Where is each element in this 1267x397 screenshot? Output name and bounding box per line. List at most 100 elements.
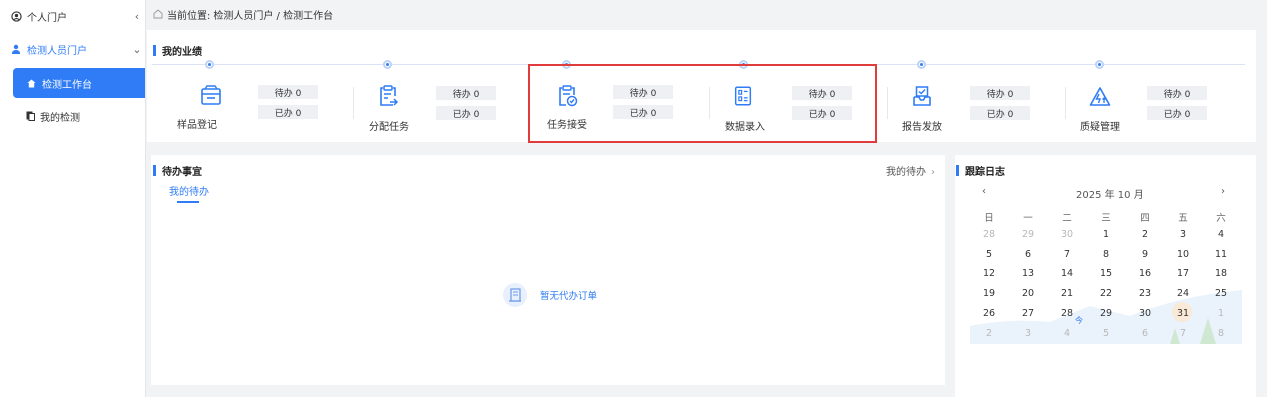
calendar-day[interactable]: 9 [1133, 249, 1157, 260]
calendar-weekday: 日 [984, 213, 994, 224]
calendar-day[interactable]: 24 [1171, 288, 1195, 299]
calendar-day[interactable]: 30 [1133, 308, 1157, 319]
sidebar-item-my-tests[interactable]: 我的检测 [26, 107, 80, 125]
today-mark: 今 [1075, 316, 1083, 325]
calendar-day[interactable]: 10 [1171, 249, 1195, 260]
calendar-day[interactable]: 5 [1094, 328, 1118, 339]
calendar-day[interactable]: 8 [1094, 249, 1118, 260]
divider [353, 87, 354, 119]
calendar-day[interactable]: 21 [1055, 288, 1079, 299]
calendar-day[interactable]: 19 [977, 288, 1001, 299]
calendar-day[interactable]: 2 [1133, 229, 1157, 240]
box-icon [201, 85, 221, 105]
perf-item-name: 报告发放 [902, 122, 942, 133]
calendar-day[interactable]: 4 [1209, 229, 1233, 240]
perf-item-name: 分配任务 [369, 122, 409, 133]
calendar-day[interactable]: 13 [1016, 268, 1040, 279]
sidebar-item-label: 检测工作台 [42, 79, 92, 91]
todo-title: 待办事宜 [153, 163, 202, 178]
calendar-day[interactable]: 6 [1016, 249, 1040, 260]
done-count: 已办 0 [436, 106, 496, 120]
calendar-day[interactable]: 30 [1055, 229, 1079, 240]
calendar-weekday: 一 [1023, 213, 1033, 224]
collapse-sidebar-icon[interactable]: ‹ [128, 10, 146, 23]
done-count: 已办 0 [1147, 106, 1207, 120]
empty-state-text: 暂无代办订单 [540, 291, 598, 302]
chevron-right-icon: › [931, 167, 935, 178]
divider [1065, 87, 1066, 119]
calendar-day[interactable]: 18 [1209, 268, 1233, 279]
sidebar-item-workbench[interactable]: 检测工作台 [13, 68, 145, 98]
calendar-day[interactable]: 4 [1055, 328, 1079, 339]
calendar-day[interactable]: 1 [1209, 308, 1233, 319]
home-icon [27, 78, 37, 88]
calendar-day[interactable]: 7 [1171, 328, 1195, 339]
calendar-weekday: 二 [1062, 213, 1072, 224]
calendar-day[interactable]: 1 [1094, 229, 1118, 240]
calendar-day[interactable]: 15 [1094, 268, 1118, 279]
performance-title: 我的业绩 [153, 43, 202, 58]
pending-count: 待办 0 [970, 86, 1030, 100]
calendar-day[interactable]: 3 [1171, 229, 1195, 240]
inbox-icon [913, 86, 931, 106]
assign-icon [380, 85, 399, 106]
calendar-day[interactable]: 31 [1171, 308, 1195, 319]
calendar-day[interactable]: 7 [1055, 249, 1079, 260]
calendar-weekday: 三 [1101, 213, 1111, 224]
calendar-day[interactable]: 6 [1133, 328, 1157, 339]
calendar-day[interactable]: 20 [1016, 288, 1040, 299]
sidebar: 个人门户 ‹ 检测人员门户 ⌄ 检测工作台 我的检测 [0, 0, 146, 397]
todo-panel [151, 155, 945, 385]
timeline-dot [917, 60, 926, 69]
timeline-dot [383, 60, 392, 69]
sidebar-item-inspector-portal[interactable]: 检测人员门户 ⌄ [0, 34, 146, 64]
calendar-day[interactable]: 16 [1133, 268, 1157, 279]
calendar-day[interactable]: 12 [977, 268, 1001, 279]
log-title: 跟踪日志 [956, 163, 1005, 178]
tab-underline [177, 201, 199, 203]
chevron-down-icon[interactable]: ⌄ [128, 43, 146, 56]
calendar-day[interactable]: 17 [1171, 268, 1195, 279]
calendar-day[interactable]: 27 [1016, 308, 1040, 319]
calendar-day[interactable]: 25 [1209, 288, 1233, 299]
calendar-day[interactable]: 29 [1094, 308, 1118, 319]
calendar-day[interactable]: 8 [1209, 328, 1233, 339]
alert-icon [1089, 87, 1111, 106]
sidebar-item-personal-portal[interactable]: 个人门户 ‹ [0, 1, 146, 31]
tab-my-todo[interactable]: 我的待办 [169, 183, 209, 198]
my-todo-more-link[interactable]: 我的待办 › [886, 163, 935, 178]
pending-count: 待办 0 [436, 86, 496, 100]
sidebar-item-label: 我的检测 [40, 112, 80, 124]
highlight-box [528, 64, 877, 143]
calendar-day[interactable]: 2 [977, 328, 1001, 339]
breadcrumb: 当前位置: 检测人员门户 / 检测工作台 [153, 6, 333, 22]
done-count: 已办 0 [258, 105, 318, 119]
calendar-day[interactable]: 11 [1209, 249, 1233, 260]
perf-item-name: 样品登记 [177, 120, 217, 131]
sidebar-item-label: 检测人员门户 [27, 45, 87, 57]
calendar-day[interactable]: 28 [977, 229, 1001, 240]
timeline-dot [1095, 60, 1104, 69]
document-icon [26, 111, 35, 121]
calendar-day[interactable]: 14 [1055, 268, 1079, 279]
calendar-day[interactable]: 23 [1133, 288, 1157, 299]
perf-item-name: 质疑管理 [1080, 122, 1120, 133]
sidebar-item-label: 个人门户 [27, 12, 67, 24]
pending-count: 待办 0 [258, 85, 318, 99]
next-month-icon[interactable]: › [1221, 186, 1225, 197]
prev-month-icon[interactable]: ‹ [982, 186, 986, 197]
breadcrumb-path[interactable]: 检测人员门户 / 检测工作台 [213, 7, 333, 22]
calendar-weekday: 六 [1216, 213, 1226, 224]
done-count: 已办 0 [970, 106, 1030, 120]
person-icon [10, 43, 22, 55]
calendar-day[interactable]: 29 [1016, 229, 1040, 240]
calendar-day[interactable]: 5 [977, 249, 1001, 260]
calendar-day[interactable]: 22 [1094, 288, 1118, 299]
calendar-day[interactable]: 26 [977, 308, 1001, 319]
user-circle-icon [10, 10, 22, 22]
calendar-day[interactable]: 3 [1016, 328, 1040, 339]
home-outline-icon [153, 9, 163, 19]
empty-state-icon [503, 283, 527, 307]
calendar-month: 2025 年 10 月 [1076, 190, 1144, 201]
calendar-weekday: 五 [1178, 213, 1188, 224]
